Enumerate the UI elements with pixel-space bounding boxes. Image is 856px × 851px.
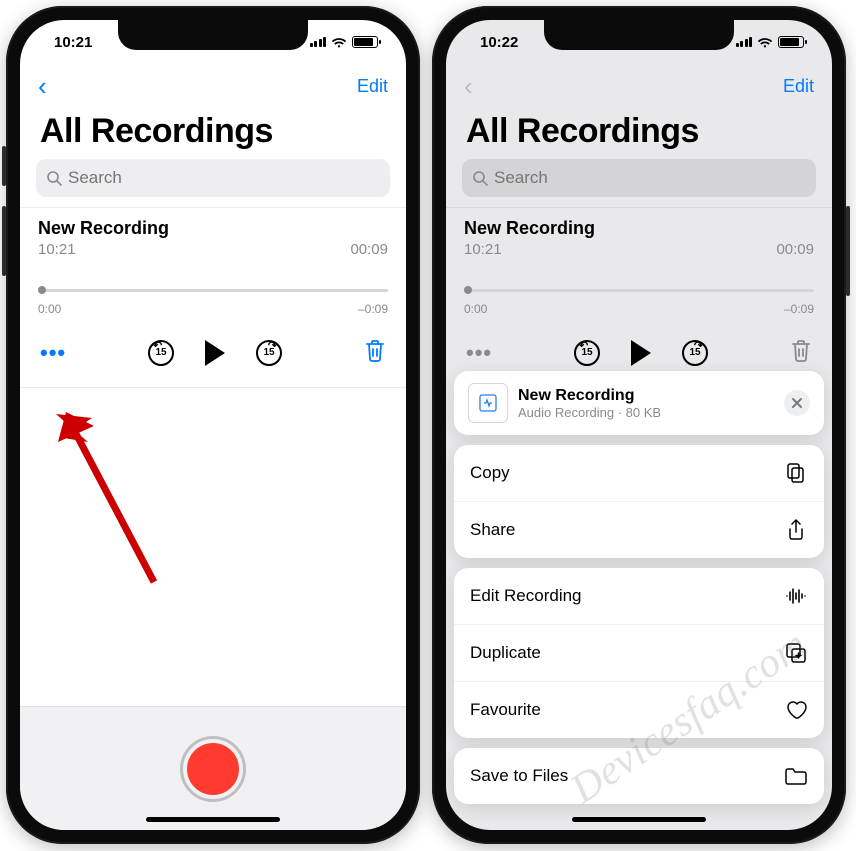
back-button[interactable]: ‹	[32, 71, 53, 102]
sheet-file-subtitle: Audio Recording · 80 KB	[518, 405, 661, 420]
menu-duplicate[interactable]: Duplicate	[454, 624, 824, 681]
menu-favourite[interactable]: Favourite	[454, 681, 824, 738]
share-sheet: New Recording Audio Recording · 80 KB Co…	[454, 371, 824, 822]
scrubber	[464, 284, 814, 298]
audio-file-icon	[468, 383, 508, 423]
recording-duration: 00:09	[350, 241, 388, 258]
menu-label: Duplicate	[470, 643, 541, 663]
search-bar[interactable]	[36, 159, 390, 197]
notch	[118, 20, 308, 50]
recording-item[interactable]: New Recording 10:21 00:09 0:00 –0:09 •••	[20, 207, 406, 383]
delete-button	[790, 338, 812, 367]
page-title: All Recordings	[20, 108, 406, 159]
recording-duration: 00:09	[776, 241, 814, 258]
menu-label: Copy	[470, 463, 510, 483]
sheet-file-title: New Recording	[518, 387, 661, 405]
play-button[interactable]	[205, 340, 225, 366]
rewind-15-button[interactable]: 15↶	[147, 339, 175, 367]
forward-15-button[interactable]: 15↷	[255, 339, 283, 367]
wifi-icon	[331, 36, 347, 48]
rewind-15-button: 15↶	[573, 339, 601, 367]
play-button	[631, 340, 651, 366]
scrub-end: –0:09	[784, 302, 814, 316]
home-indicator[interactable]	[572, 817, 706, 822]
record-toolbar	[20, 706, 406, 830]
back-button: ‹	[458, 71, 479, 102]
scrub-start: 0:00	[464, 302, 487, 316]
close-icon	[791, 397, 803, 409]
recording-item: New Recording 10:21 00:09 0:00 –0:09 •••	[446, 207, 832, 383]
battery-icon	[778, 36, 804, 48]
search-icon	[46, 170, 62, 186]
scrubber-knob[interactable]	[38, 286, 46, 294]
search-input[interactable]	[494, 168, 806, 188]
nav-bar: ‹ Edit	[446, 64, 832, 108]
menu-label: Save to Files	[470, 766, 568, 786]
status-icons	[310, 36, 379, 48]
phone-frame-left: 10:21 ‹ Edit All Recordings New	[6, 6, 420, 844]
annotation-arrow	[44, 412, 184, 602]
status-time: 10:22	[480, 34, 518, 51]
battery-icon	[352, 36, 378, 48]
screen-left: 10:21 ‹ Edit All Recordings New	[20, 20, 406, 830]
playback-controls: ••• 15↶ 15↷	[38, 316, 388, 383]
menu-save-to-files[interactable]: Save to Files	[454, 748, 824, 804]
recording-time: 10:21	[464, 241, 502, 258]
wifi-icon	[757, 36, 773, 48]
menu-label: Favourite	[470, 700, 541, 720]
scrubber[interactable]	[38, 284, 388, 298]
folder-icon	[784, 764, 808, 788]
sheet-menu-group-1: Copy Share	[454, 445, 824, 558]
scrub-start: 0:00	[38, 302, 61, 316]
status-time: 10:21	[54, 34, 92, 51]
search-icon	[472, 170, 488, 186]
page-title: All Recordings	[446, 108, 832, 159]
edit-button[interactable]: Edit	[783, 76, 814, 97]
nav-bar: ‹ Edit	[20, 64, 406, 108]
recording-title: New Recording	[464, 218, 814, 239]
menu-label: Edit Recording	[470, 586, 582, 606]
notch	[544, 20, 734, 50]
forward-15-button: 15↷	[681, 339, 709, 367]
recording-time: 10:21	[38, 241, 76, 258]
screen-right: 10:22 ‹ Edit All Recordings New	[446, 20, 832, 830]
sheet-menu-group-3: Save to Files	[454, 748, 824, 804]
search-input[interactable]	[68, 168, 380, 188]
scrub-end: –0:09	[358, 302, 388, 316]
duplicate-icon	[784, 641, 808, 665]
menu-share[interactable]: Share	[454, 501, 824, 558]
phone-frame-right: 10:22 ‹ Edit All Recordings New	[432, 6, 846, 844]
sheet-header-card: New Recording Audio Recording · 80 KB	[454, 371, 824, 435]
recording-title: New Recording	[38, 218, 388, 239]
cellular-icon	[310, 37, 327, 47]
waveform-icon	[784, 584, 808, 608]
more-options-button: •••	[466, 340, 492, 366]
copy-icon	[784, 461, 808, 485]
more-options-button[interactable]: •••	[40, 340, 66, 366]
home-indicator[interactable]	[146, 817, 280, 822]
cellular-icon	[736, 37, 753, 47]
status-icons	[736, 36, 805, 48]
delete-button[interactable]	[364, 338, 386, 367]
menu-label: Share	[470, 520, 515, 540]
close-sheet-button[interactable]	[784, 390, 810, 416]
search-bar[interactable]	[462, 159, 816, 197]
sheet-menu-group-2: Edit Recording Duplicate Favourite	[454, 568, 824, 738]
menu-copy[interactable]: Copy	[454, 445, 824, 501]
heart-icon	[784, 698, 808, 722]
edit-button[interactable]: Edit	[357, 76, 388, 97]
menu-edit-recording[interactable]: Edit Recording	[454, 568, 824, 624]
share-icon	[784, 518, 808, 542]
record-button[interactable]	[180, 736, 246, 802]
